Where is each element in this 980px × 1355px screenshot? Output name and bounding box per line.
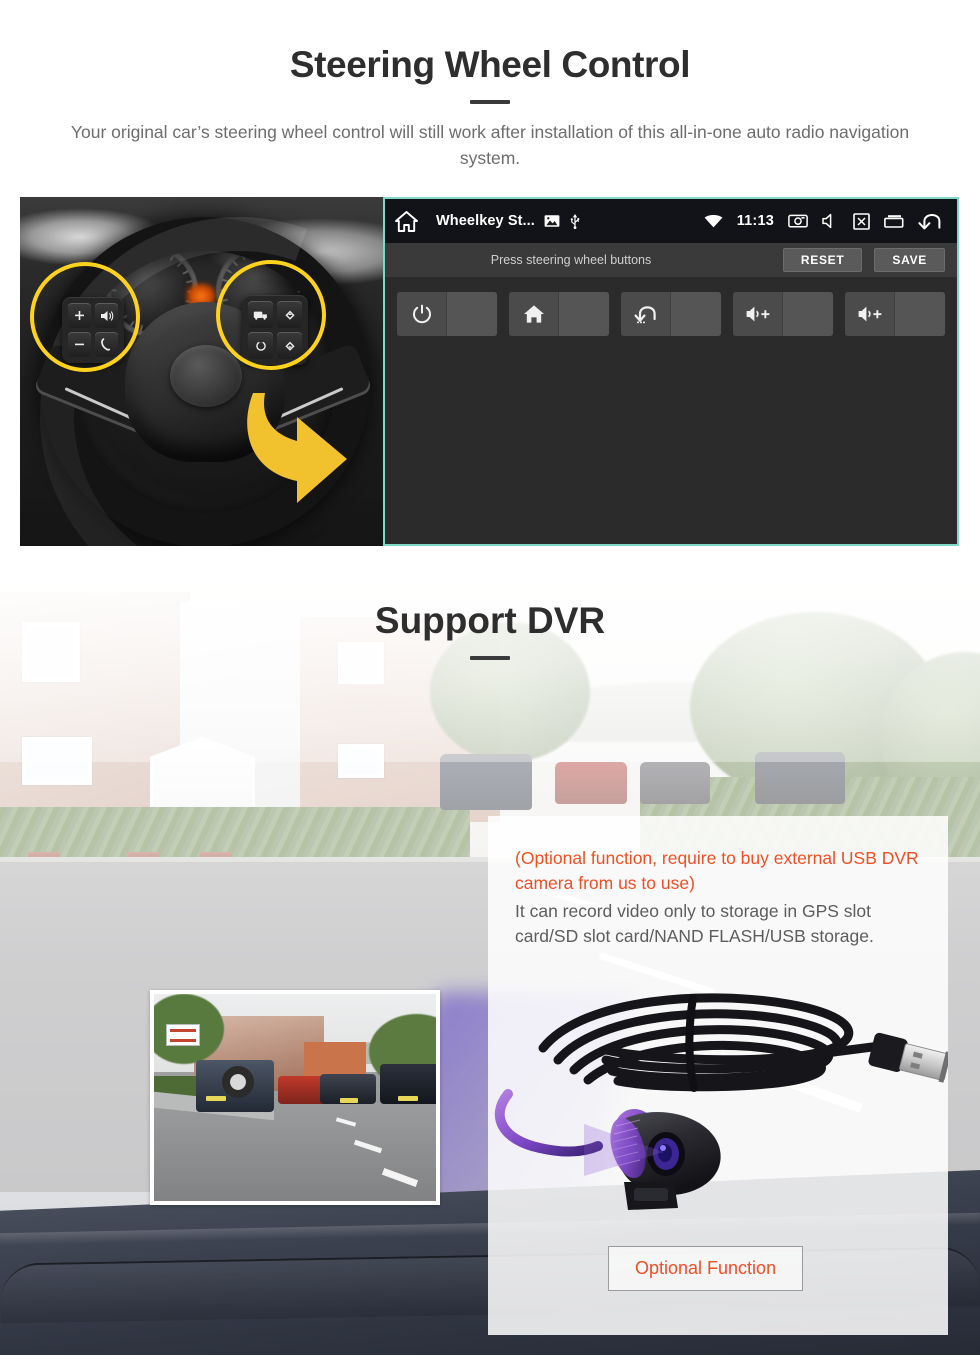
- dashcam-video-preview: [150, 990, 440, 1205]
- key-row-back[interactable]: [621, 292, 721, 336]
- power-icon: [397, 292, 447, 336]
- key-row-volume-up-2[interactable]: [845, 292, 945, 336]
- wifi-icon: [704, 214, 723, 228]
- reset-button[interactable]: RESET: [782, 248, 863, 272]
- highlight-circle-right: [216, 260, 326, 370]
- airbag-emblem: [170, 345, 242, 407]
- optional-function-button[interactable]: Optional Function: [608, 1246, 804, 1291]
- steering-wheel-control-section: Steering Wheel Control Your original car…: [0, 0, 980, 562]
- key-row-home[interactable]: [509, 292, 609, 336]
- dashcam-number-plate: [398, 1096, 418, 1101]
- dashcam-number-plate: [340, 1098, 358, 1103]
- dashcam-road: [154, 1102, 436, 1201]
- mute-speaker-icon[interactable]: [822, 213, 839, 229]
- camera-cable: [494, 1089, 603, 1157]
- usb-dvr-camera-image: [494, 993, 948, 1210]
- key-row-volume-up-1[interactable]: [733, 292, 833, 336]
- wheelkey-action-bar: Press steering wheel buttons RESET SAVE: [385, 243, 957, 278]
- section-subtitle: Your original car’s steering wheel contr…: [70, 122, 910, 168]
- title-divider: [470, 100, 510, 104]
- back-arrow-icon[interactable]: [918, 212, 944, 230]
- back-icon: [621, 292, 671, 336]
- screenshot-camera-icon[interactable]: [788, 213, 808, 229]
- screen-off-icon[interactable]: [853, 212, 870, 230]
- key-value-volume-up-2: [895, 292, 945, 336]
- key-value-volume-up-1: [783, 292, 833, 336]
- home-icon: [509, 292, 559, 336]
- usb-plug: [868, 1032, 948, 1083]
- android-head-unit-panel: Wheelkey St... 11:13 Press steering whee…: [383, 197, 959, 546]
- home-icon[interactable]: [395, 210, 418, 232]
- page-title: Steering Wheel Control: [289, 44, 691, 85]
- save-button[interactable]: SAVE: [874, 248, 945, 272]
- dvr-title-divider: [470, 656, 510, 660]
- key-value-home: [559, 292, 609, 336]
- android-status-bar: Wheelkey St... 11:13: [385, 199, 957, 243]
- image-icon: [544, 214, 560, 228]
- dvr-page-title: Support DVR: [374, 600, 606, 641]
- steering-wheel-photo: [20, 197, 383, 546]
- steering-wheel-media-row: Wheelkey St... 11:13 Press steering whee…: [20, 197, 959, 546]
- usb-icon: [569, 213, 581, 229]
- recents-icon[interactable]: [884, 214, 904, 228]
- dashcam-car-red: [278, 1076, 326, 1104]
- dashcam-spare-wheel: [222, 1066, 254, 1098]
- key-value-power: [447, 292, 497, 336]
- dashcam-number-plate: [206, 1096, 226, 1101]
- wheelkey-assignment-grid: [385, 278, 957, 336]
- dvr-optional-note: (Optional function, require to buy exter…: [515, 848, 919, 894]
- key-value-back: [671, 292, 721, 336]
- camera-body: [584, 1108, 721, 1210]
- status-time: 11:13: [736, 213, 774, 229]
- dvr-info-card: (Optional function, require to buy exter…: [488, 816, 948, 1335]
- dashcam-frame: [154, 994, 436, 1201]
- highlight-circle-left: [30, 262, 140, 372]
- cable-coil: [538, 993, 854, 1092]
- volume-up-icon: [733, 292, 783, 336]
- dashcam-for-sale-sign: [166, 1024, 200, 1046]
- key-row-power[interactable]: [397, 292, 497, 336]
- volume-up-icon: [845, 292, 895, 336]
- app-title: Wheelkey St...: [436, 213, 535, 229]
- dvr-storage-note: It can record video only to storage in G…: [515, 900, 874, 947]
